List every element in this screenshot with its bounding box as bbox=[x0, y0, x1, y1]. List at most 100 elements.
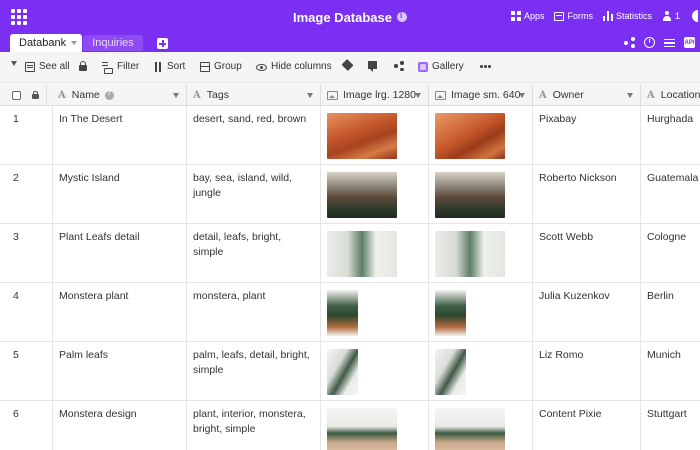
column-header-name[interactable]: A Name bbox=[47, 84, 187, 106]
image-sm-cell[interactable] bbox=[429, 224, 533, 283]
location-cell[interactable]: Hurghada bbox=[641, 106, 700, 165]
name-cell[interactable]: Plant Leafs detail bbox=[53, 224, 187, 283]
location-cell[interactable]: Stuttgart bbox=[641, 401, 700, 450]
column-header-image-lrg[interactable]: Image lrg. 1280 bbox=[321, 84, 429, 106]
forms-button[interactable]: Forms bbox=[554, 11, 593, 21]
tab-inquiries[interactable]: Inquiries bbox=[83, 35, 143, 51]
table-row[interactable]: 1 In The Desert desert, sand, red, brown… bbox=[0, 106, 700, 165]
image-lrg-cell[interactable] bbox=[321, 165, 429, 224]
add-table-button[interactable] bbox=[157, 38, 168, 49]
column-header-owner[interactable]: A Owner bbox=[533, 84, 641, 106]
name-cell[interactable]: Palm leafs bbox=[53, 342, 187, 401]
name-cell[interactable]: Mystic Island bbox=[53, 165, 187, 224]
owner-cell[interactable]: Scott Webb bbox=[533, 224, 641, 283]
column-header-location[interactable]: A Location bbox=[641, 84, 700, 106]
column-header-tags[interactable]: A Tags bbox=[187, 84, 321, 106]
tags-cell[interactable]: plant, interior, monstera, bright, simpl… bbox=[187, 401, 321, 450]
history-icon[interactable] bbox=[644, 37, 655, 48]
column-location-label: Location bbox=[660, 89, 700, 101]
owner-cell[interactable]: Pixabay bbox=[533, 106, 641, 165]
row-height-button[interactable] bbox=[368, 61, 377, 72]
settings-icon[interactable] bbox=[664, 38, 675, 48]
location-cell[interactable]: Munich bbox=[641, 342, 700, 401]
sort-button[interactable]: Sort bbox=[153, 61, 185, 72]
hide-columns-button[interactable]: Hide columns bbox=[256, 61, 332, 72]
tags-cell[interactable]: monstera, plant bbox=[187, 283, 321, 342]
share-icon[interactable] bbox=[624, 37, 635, 48]
caret-down-icon[interactable] bbox=[173, 93, 179, 98]
location-cell[interactable]: Cologne bbox=[641, 224, 700, 283]
developer-icon[interactable]: API bbox=[684, 37, 695, 48]
name-cell[interactable]: Monstera design bbox=[53, 401, 187, 450]
page-title: Image Database bbox=[293, 9, 392, 25]
table-row[interactable]: 5 Palm leafs palm, leafs, detail, bright… bbox=[0, 342, 700, 401]
gallery-label: Gallery bbox=[432, 61, 464, 72]
owner-cell[interactable]: Roberto Nickson bbox=[533, 165, 641, 224]
column-header-image-sm[interactable]: Image sm. 640 bbox=[429, 84, 533, 106]
desert-image bbox=[435, 113, 505, 159]
image-column-icon bbox=[435, 90, 446, 100]
collaborators-button[interactable]: 1 bbox=[662, 11, 680, 21]
tags-cell[interactable]: bay, sea, island, wild, jungle bbox=[187, 165, 321, 224]
tab-bar: Databank Inquiries API bbox=[0, 34, 700, 52]
apps-icon bbox=[510, 11, 521, 21]
owner-cell[interactable]: Content Pixie bbox=[533, 401, 641, 450]
column-owner-label: Owner bbox=[552, 89, 584, 101]
group-button[interactable]: Group bbox=[200, 61, 242, 72]
image-sm-cell[interactable] bbox=[429, 342, 533, 401]
owner-cell[interactable]: Liz Romo bbox=[533, 342, 641, 401]
gallery-icon bbox=[418, 61, 428, 72]
caret-down-icon[interactable] bbox=[415, 93, 421, 98]
image-sm-cell[interactable] bbox=[429, 401, 533, 450]
caret-down-icon[interactable] bbox=[627, 93, 633, 98]
monstera-image bbox=[435, 290, 466, 336]
view-options-button[interactable] bbox=[11, 61, 17, 66]
tab-databank[interactable]: Databank bbox=[10, 34, 82, 52]
apps-button[interactable]: Apps bbox=[510, 11, 544, 21]
image-lrg-cell[interactable] bbox=[321, 401, 429, 450]
image-lrg-cell[interactable] bbox=[321, 224, 429, 283]
image-sm-cell[interactable] bbox=[429, 283, 533, 342]
caret-down-icon[interactable] bbox=[307, 93, 313, 98]
table-row[interactable]: 3 Plant Leafs detail detail, leafs, brig… bbox=[0, 224, 700, 283]
table-row[interactable]: 6 Monstera design plant, interior, monst… bbox=[0, 401, 700, 450]
caret-down-icon[interactable] bbox=[71, 41, 78, 45]
tags-cell[interactable]: palm, leafs, detail, bright, simple bbox=[187, 342, 321, 401]
image-lrg-cell[interactable] bbox=[321, 106, 429, 165]
location-cell[interactable]: Berlin bbox=[641, 283, 700, 342]
list-icon bbox=[25, 61, 35, 72]
row-color-button[interactable] bbox=[341, 58, 354, 72]
help-icon[interactable] bbox=[104, 90, 114, 100]
filter-button[interactable]: Filter bbox=[102, 61, 139, 74]
select-all-checkbox[interactable] bbox=[12, 90, 21, 100]
location-cell[interactable]: Guatemala bbox=[641, 165, 700, 224]
gallery-button[interactable]: Gallery bbox=[418, 61, 464, 72]
table-row[interactable]: 4 Monstera plant monstera, plant Julia K… bbox=[0, 283, 700, 342]
image-sm-cell[interactable] bbox=[429, 106, 533, 165]
sort-label: Sort bbox=[167, 61, 186, 72]
filter-icon bbox=[102, 61, 113, 74]
caret-down-icon[interactable] bbox=[519, 93, 525, 98]
name-cell[interactable]: Monstera plant bbox=[53, 283, 187, 342]
lock-view-button[interactable] bbox=[79, 61, 87, 71]
table-row[interactable]: 2 Mystic Island bay, sea, island, wild, … bbox=[0, 165, 700, 224]
monstera-image bbox=[327, 290, 358, 336]
statistics-button[interactable]: Statistics bbox=[602, 11, 652, 21]
sort-icon bbox=[153, 61, 163, 72]
tags-cell[interactable]: detail, leafs, bright, simple bbox=[187, 224, 321, 283]
image-lrg-cell[interactable] bbox=[321, 283, 429, 342]
image-sm-cell[interactable] bbox=[429, 165, 533, 224]
table-header: A Name A Tags Image lrg. 1280 Image sm. … bbox=[0, 84, 700, 106]
tags-cell[interactable]: desert, sand, red, brown bbox=[187, 106, 321, 165]
image-lrg-cell[interactable] bbox=[321, 342, 429, 401]
account-avatar[interactable] bbox=[692, 10, 698, 22]
name-cell[interactable]: In The Desert bbox=[53, 106, 187, 165]
forms-icon bbox=[554, 11, 565, 21]
grid-icon[interactable] bbox=[11, 9, 27, 25]
more-options-button[interactable] bbox=[480, 65, 491, 68]
see-all-button[interactable]: See all bbox=[25, 61, 70, 72]
palm-image bbox=[435, 349, 466, 395]
info-icon[interactable] bbox=[397, 11, 407, 22]
owner-cell[interactable]: Julia Kuzenkov bbox=[533, 283, 641, 342]
share-view-button[interactable] bbox=[394, 61, 404, 71]
